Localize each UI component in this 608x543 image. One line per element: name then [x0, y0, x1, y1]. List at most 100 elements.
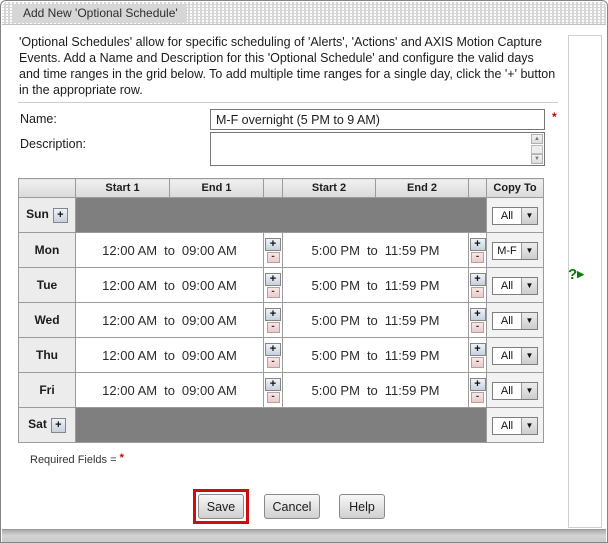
to-label: to: [164, 243, 175, 258]
to-label: to: [367, 278, 378, 293]
copy-to-value: M-F: [493, 243, 521, 259]
dialog-titlebar[interactable]: Add New 'Optional Schedule': [2, 2, 606, 25]
add-range-button[interactable]: +: [470, 238, 486, 251]
add-range-button[interactable]: +: [470, 378, 486, 391]
start2-value[interactable]: 5:00 PM: [312, 243, 360, 258]
time-range-1[interactable]: 12:00 AM to 09:00 AM: [76, 233, 264, 268]
end1-value[interactable]: 09:00 AM: [182, 313, 237, 328]
name-label: Name:: [20, 112, 57, 126]
remove-range-button[interactable]: -: [471, 392, 484, 403]
copy-to-select[interactable]: All▼: [492, 382, 538, 400]
remove-range-button[interactable]: -: [471, 287, 484, 298]
copy-to-select[interactable]: All▼: [492, 277, 538, 295]
start1-value[interactable]: 12:00 AM: [102, 243, 157, 258]
remove-range-button[interactable]: -: [267, 322, 280, 333]
question-mark-icon: ?: [568, 266, 577, 283]
end1-value[interactable]: 09:00 AM: [182, 383, 237, 398]
inactive-day-bar: [76, 408, 487, 443]
copy-to-select[interactable]: All▼: [492, 417, 538, 435]
time-range-2[interactable]: 5:00 PM to 11:59 PM: [283, 268, 469, 303]
start2-value[interactable]: 5:00 PM: [312, 278, 360, 293]
copy-to-select[interactable]: All▼: [492, 312, 538, 330]
scrollbar-thumb[interactable]: [531, 145, 543, 154]
window-bottom-edge: [2, 529, 606, 542]
remove-range-button[interactable]: -: [267, 287, 280, 298]
remove-range-button[interactable]: -: [471, 322, 484, 333]
time-range-2[interactable]: 5:00 PMto11:59 PM: [283, 373, 469, 408]
header-end2: End 2: [376, 179, 469, 198]
scroll-up-icon[interactable]: ▲: [531, 134, 543, 144]
chevron-down-icon: ▼: [521, 418, 537, 434]
schedule-row-thu: Thu 12:00 AMto09:00 AM +- 5:00 PMto11:59…: [19, 338, 544, 373]
end2-value[interactable]: 11:59 PM: [385, 348, 440, 363]
grid-header-row: Start 1 End 1 Start 2 End 2 Copy To: [19, 179, 544, 198]
time-range-1[interactable]: 12:00 AM to 09:00 AM: [76, 338, 264, 373]
end2-value[interactable]: 11:59 PM: [385, 313, 440, 328]
schedule-row-sat: Sat + All▼: [19, 408, 544, 443]
description-textarea[interactable]: [211, 133, 530, 165]
end1-value[interactable]: 09:00 AM: [182, 243, 237, 258]
start2-value[interactable]: 5:00 PM: [312, 313, 360, 328]
copy-to-select[interactable]: All▼: [492, 347, 538, 365]
inactive-day-bar: [76, 198, 487, 233]
time-range-1[interactable]: 12:00 AM to 09:00 AM: [76, 268, 264, 303]
remove-range-button[interactable]: -: [267, 252, 280, 263]
description-label: Description:: [20, 137, 86, 151]
start1-value[interactable]: 12:00 AM: [102, 313, 157, 328]
required-fields-note: Required Fields = *: [30, 454, 124, 466]
add-range-button[interactable]: +: [265, 343, 281, 356]
scroll-down-icon[interactable]: ▼: [531, 154, 543, 164]
time-range-2[interactable]: 5:00 PMto11:59 PM: [283, 338, 469, 373]
save-button[interactable]: Save: [198, 494, 244, 519]
day-label: Sat: [28, 417, 47, 431]
remove-range-button[interactable]: -: [471, 252, 484, 263]
time-range-2[interactable]: 5:00 PMto11:59 PM: [283, 233, 469, 268]
day-label: Tue: [19, 268, 76, 303]
required-marker: *: [120, 452, 124, 464]
add-range-button[interactable]: +: [470, 308, 486, 321]
copy-to-select[interactable]: M-F▼: [492, 242, 538, 260]
time-range-2[interactable]: 5:00 PM to 11:59 PM: [283, 303, 469, 338]
start1-value[interactable]: 12:00 AM: [102, 348, 157, 363]
add-range-button[interactable]: +: [265, 238, 281, 251]
add-range-button[interactable]: +: [265, 378, 281, 391]
remove-range-button[interactable]: -: [267, 392, 280, 403]
copy-to-value: All: [493, 348, 521, 364]
to-label: to: [164, 278, 175, 293]
cancel-button[interactable]: Cancel: [264, 494, 320, 519]
description-field[interactable]: ▲ ▼: [210, 132, 545, 166]
chevron-down-icon: ▼: [521, 243, 537, 259]
to-label: to: [164, 383, 175, 398]
add-range-button[interactable]: +: [265, 308, 281, 321]
remove-range-button[interactable]: -: [471, 357, 484, 368]
to-label: to: [164, 348, 175, 363]
to-label: to: [367, 313, 378, 328]
add-range-button[interactable]: +: [53, 208, 68, 223]
end2-value[interactable]: 11:59 PM: [385, 278, 440, 293]
end1-value[interactable]: 09:00 AM: [182, 348, 237, 363]
remove-range-button[interactable]: -: [267, 357, 280, 368]
time-range-1[interactable]: 12:00 AMto09:00 AM: [76, 303, 264, 338]
schedule-row-mon: Mon 12:00 AMto09:00 AM +- 5:00 PMto11:59…: [19, 233, 544, 268]
intro-text: 'Optional Schedules' allow for specific …: [19, 34, 556, 98]
header-spacer1: [264, 179, 283, 198]
add-range-button[interactable]: +: [470, 273, 486, 286]
start2-value[interactable]: 5:00 PM: [312, 383, 360, 398]
end2-value[interactable]: 11:59 PM: [385, 383, 440, 398]
start1-value[interactable]: 12:00 AM: [102, 383, 157, 398]
add-range-button[interactable]: +: [470, 343, 486, 356]
copy-to-select[interactable]: All▼: [492, 207, 538, 225]
chevron-down-icon: ▼: [521, 348, 537, 364]
add-range-button[interactable]: +: [265, 273, 281, 286]
name-input[interactable]: [210, 109, 545, 130]
start1-value[interactable]: 12:00 AM: [102, 278, 157, 293]
end1-value[interactable]: 09:00 AM: [182, 278, 237, 293]
copy-to-value: All: [493, 278, 521, 294]
end2-value[interactable]: 11:59 PM: [385, 243, 440, 258]
time-range-1[interactable]: 12:00 AM to 09:00 AM: [76, 373, 264, 408]
copy-to-value: All: [493, 208, 521, 224]
help-pointer-icon[interactable]: ?▶: [568, 267, 584, 282]
help-button[interactable]: Help: [339, 494, 385, 519]
start2-value[interactable]: 5:00 PM: [312, 348, 360, 363]
add-range-button[interactable]: +: [51, 418, 66, 433]
